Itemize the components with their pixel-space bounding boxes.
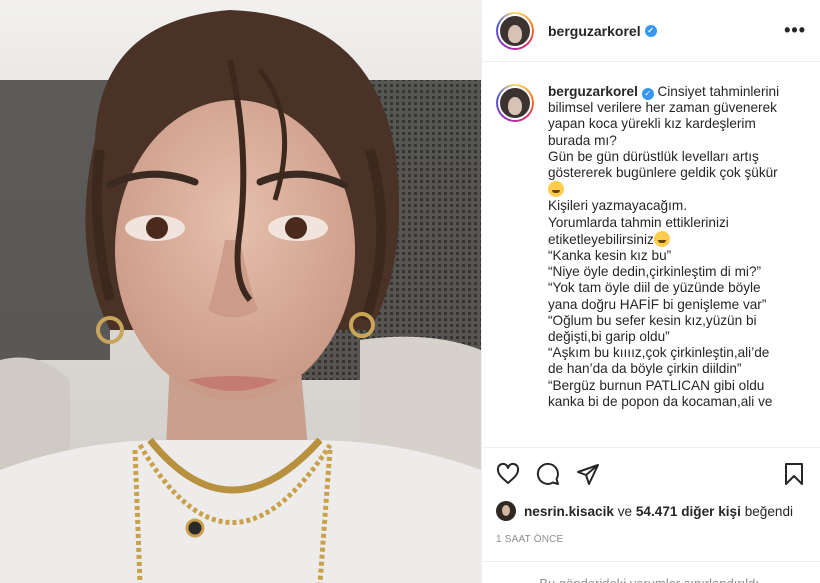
caption-line-text: etiketleyebilirsiniz: [548, 231, 654, 247]
comment-icon[interactable]: [536, 462, 560, 486]
comments-limited-notice: Bu gönderideki yorumlar sınırlandırıldı.: [482, 561, 820, 583]
heart-icon[interactable]: [496, 462, 520, 486]
selfie-illustration: [0, 10, 481, 583]
avatar-inner: [498, 13, 532, 48]
post-footer: nesrin.kisacik ve 54.471 diğer kişi beğe…: [482, 447, 820, 583]
likes-summary: nesrin.kisacik ve 54.471 diğer kişi beğe…: [496, 500, 806, 522]
caption-line: “Niye öyle dedin,çirkinleştim di mi?”: [548, 264, 762, 280]
post-header: berguzarkorel ✓ •••: [482, 0, 820, 62]
caption-line: “Kanka kesin kız bu”: [548, 248, 672, 264]
more-options-button[interactable]: •••: [784, 20, 806, 41]
post-timestamp[interactable]: 1 SAAT ÖNCE: [496, 534, 806, 545]
author-username[interactable]: berguzarkorel ✓: [548, 23, 657, 39]
caption-text: berguzarkorel ✓ Cinsiyet tahminlerini bi…: [548, 84, 779, 410]
verified-badge-icon: ✓: [641, 88, 654, 100]
caption-line: [548, 181, 779, 198]
caption-line: Kişileri yazmayacağım.: [548, 198, 687, 214]
share-icon[interactable]: [576, 462, 600, 486]
action-bar: [496, 448, 806, 500]
caption-line: Yorumlarda tahmin ettiklerinizi: [548, 214, 729, 230]
avatar-photo: [500, 88, 530, 118]
caption-line: yana doğru HAFİF bi genişleme var”: [548, 296, 767, 312]
author-username-label: berguzarkorel: [548, 22, 641, 39]
caption-line: “Aşkım bu kıııız,çok çirkinleştin,ali’de: [548, 345, 770, 361]
bookmark-icon[interactable]: [782, 462, 806, 486]
caption-line: Cinsiyet tahminlerini: [657, 84, 780, 99]
post-photo[interactable]: [0, 0, 481, 583]
caption-area: berguzarkorel ✓ Cinsiyet tahminlerini bi…: [482, 62, 820, 447]
verified-badge-icon: ✓: [644, 24, 657, 37]
likes-connector: ve: [617, 503, 633, 519]
caption-line: bilimsel verilere her zaman güvenerek: [548, 100, 777, 116]
caption-line: göstererek bugünlere geldik çok şükür: [548, 165, 778, 181]
likes-suffix: beğendi: [744, 503, 794, 519]
likes-count[interactable]: 54.471 diğer kişi: [636, 504, 741, 519]
caption-line: etiketleyebilirsiniz: [548, 230, 779, 248]
caption-line: de han’da da böyle çirkin diildin”: [548, 361, 742, 377]
avatar-photo: [500, 15, 530, 46]
avatar-inner: [498, 86, 532, 120]
post-side-panel: berguzarkorel ✓ ••• berguzarkorel ✓ Cins…: [481, 0, 820, 583]
liker-avatar[interactable]: [496, 501, 516, 521]
caption-line: “Bergüz burnun PATLICAN gibi oldu: [548, 377, 765, 393]
laughing-emoji-icon: [548, 181, 564, 198]
caption-line: Gün be gün dürüstlük levelları artış: [548, 148, 759, 164]
caption-line: değişti,bi garip oldu”: [548, 329, 670, 345]
caption-author-avatar[interactable]: [496, 84, 534, 122]
caption-line: “Yok tam öyle diil de yüzünde böyle: [548, 280, 761, 296]
caption-line: kanka bi de popon da kocaman,ali ve: [548, 393, 773, 409]
winking-emoji-icon: [653, 230, 670, 247]
caption-username[interactable]: berguzarkorel: [548, 84, 638, 99]
caption-line: “Oğlum bu sefer kesin kız,yüzün bi: [548, 312, 757, 328]
liker-username[interactable]: nesrin.kisacik: [524, 504, 614, 519]
caption: berguzarkorel ✓ Cinsiyet tahminlerini bi…: [496, 84, 806, 410]
instagram-post: berguzarkorel ✓ ••• berguzarkorel ✓ Cins…: [0, 0, 820, 583]
author-avatar[interactable]: [496, 11, 534, 50]
caption-line: burada mı?: [548, 132, 617, 148]
caption-line: yapan koca yürekli kız kardeşlerim: [548, 116, 756, 132]
